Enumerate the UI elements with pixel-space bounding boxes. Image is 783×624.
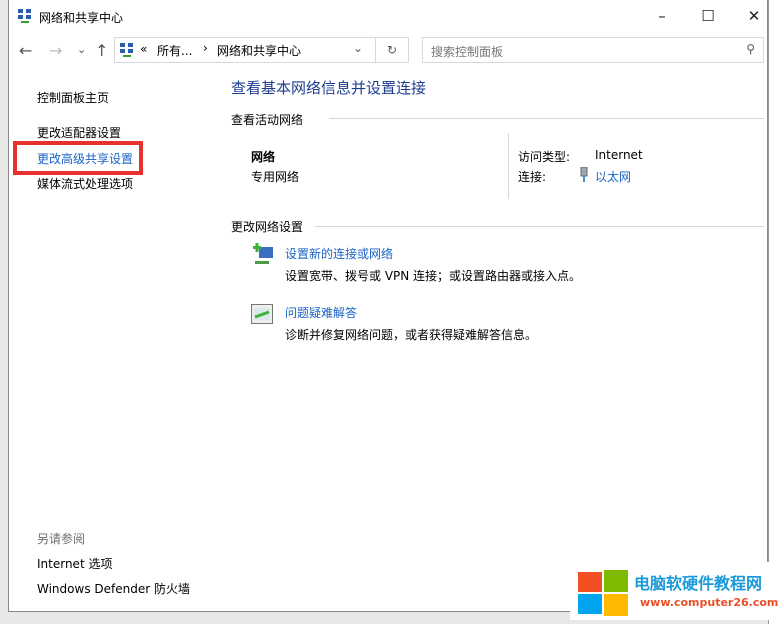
network-icon [120,43,133,57]
connection-label: 连接: [518,170,547,184]
access-type-label: 访问类型: [518,150,571,164]
forward-button[interactable]: → [49,41,62,60]
window-title: 网络和共享中心 [39,11,124,25]
troubleshoot-icon [251,304,273,324]
address-bar[interactable]: « 所有... › 网络和共享中心 ⌄ [114,37,376,63]
maximize-button[interactable]: ☐ [685,2,731,30]
breadcrumb-current[interactable]: 网络和共享中心 [217,42,301,59]
address-dropdown-button[interactable]: ⌄ [353,41,363,55]
sidebar-home[interactable]: 控制面板主页 [37,89,109,106]
setup-new-connection-desc: 设置宽带、拨号或 VPN 连接；或设置路由器或接入点。 [285,269,582,283]
see-also-firewall[interactable]: Windows Defender 防火墙 [37,580,190,597]
breadcrumb-arrow[interactable]: › [203,41,208,55]
search-icon[interactable]: ⚲ [746,42,755,56]
active-networks-header: 查看活动网络 [231,113,304,127]
sidebar-item-adapter-settings[interactable]: 更改适配器设置 [37,124,121,141]
divider [315,226,764,227]
new-connection-icon [253,243,273,264]
back-button[interactable]: ← [19,41,32,60]
network-icon [18,9,31,23]
network-sharing-center-window: 网络和共享中心 – ☐ ✕ ← → ⌄ ↑ « 所有... › 网络和共享中心 … [8,0,768,612]
title-bar: 网络和共享中心 – ☐ ✕ [9,0,767,32]
watermark: 电脑软硬件教程网 www.computer26.com [570,562,779,620]
recent-locations-button[interactable]: ⌄ [77,43,86,56]
refresh-button[interactable]: ↻ [376,37,409,63]
breadcrumb-all-items[interactable]: 所有... [157,42,192,59]
see-also-internet-options[interactable]: Internet 选项 [37,555,112,572]
divider [508,133,509,199]
ethernet-icon [580,167,588,182]
windows-logo-icon [578,570,628,616]
background-window [768,0,783,624]
access-type-value: Internet [595,148,643,162]
see-also-label: 另请参阅 [37,532,86,546]
sidebar-item-media-streaming[interactable]: 媒体流式处理选项 [37,175,133,192]
change-settings-header: 更改网络设置 [231,220,304,234]
page-title: 查看基本网络信息并设置连接 [231,79,427,97]
breadcrumb-overflow[interactable]: « [140,42,147,56]
up-button[interactable]: ↑ [95,41,108,60]
network-type: 专用网络 [251,170,300,184]
minimize-button[interactable]: – [639,2,685,30]
watermark-brand: 电脑软硬件教程网 [634,574,763,593]
ethernet-connection-link[interactable]: 以太网 [595,168,631,185]
watermark-url: www.computer26.com [640,596,779,609]
setup-new-connection-link[interactable]: 设置新的连接或网络 [285,245,393,262]
troubleshoot-desc: 诊断并修复网络问题，或者获得疑难解答信息。 [285,328,538,342]
search-input[interactable]: 搜索控制面板 ⚲ [422,37,764,63]
search-placeholder: 搜索控制面板 [431,45,504,59]
network-name: 网络 [251,150,276,164]
divider [329,118,764,119]
highlight-box [13,141,143,175]
close-button[interactable]: ✕ [731,2,777,30]
troubleshoot-link[interactable]: 问题疑难解答 [285,304,357,321]
